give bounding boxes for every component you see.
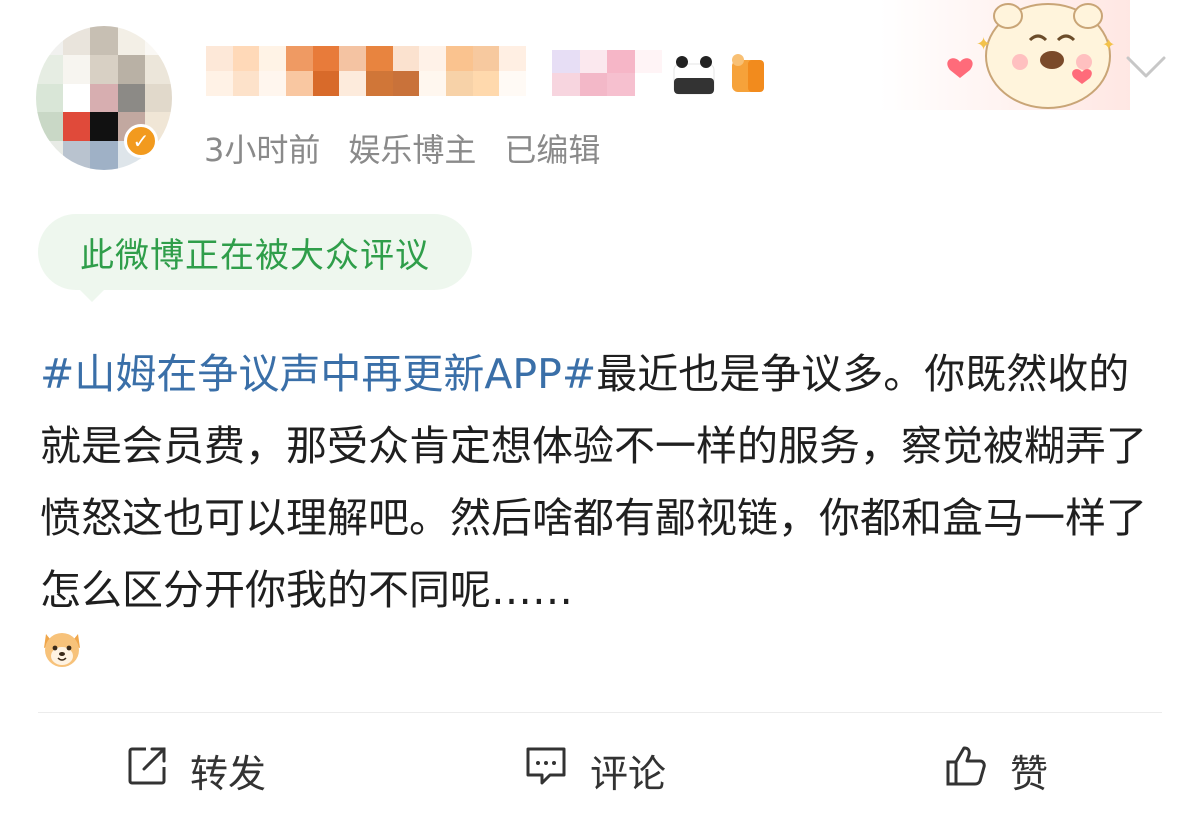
comment-button[interactable]: 评论 (522, 740, 666, 800)
username[interactable] (206, 46, 526, 96)
divider (38, 712, 1162, 713)
chevron-down-icon[interactable] (1122, 46, 1170, 86)
svg-text:✦: ✦ (1102, 35, 1115, 54)
comment-label: 评论 (590, 751, 667, 796)
bear-sticker-decoration: ✦ ✦ (880, 0, 1130, 110)
post-content: #山姆在争议声中再更新APP#最近也是争议多。你既然收的就是会员费，那受众肯定想… (40, 338, 1160, 626)
verified-badge-icon: ✓ (124, 124, 158, 158)
edited-label: 已编辑 (504, 131, 601, 169)
repost-label: 转发 (190, 751, 267, 796)
panda-icon (672, 50, 716, 96)
post-meta: 3小时前 娱乐博主 已编辑 (204, 126, 600, 170)
fire-badge-icon (726, 50, 770, 96)
dog-emoji-icon (40, 626, 84, 670)
thumbs-up-icon (942, 742, 990, 799)
topic-link[interactable]: #山姆在争议声中再更新APP# (40, 350, 596, 398)
public-review-tip-text: 此微博正在被大众评议 (80, 235, 430, 276)
comment-icon (522, 743, 570, 798)
svg-text:✦: ✦ (976, 34, 991, 55)
public-review-tip[interactable]: 此微博正在被大众评议 (38, 214, 472, 290)
user-badges (552, 50, 770, 96)
like-button[interactable]: 赞 (942, 740, 1048, 800)
repost-button[interactable]: 转发 (124, 740, 266, 800)
tip-pointer (78, 288, 106, 302)
share-icon (124, 743, 170, 798)
pixelated-badge (552, 50, 662, 96)
like-label: 赞 (1010, 751, 1049, 796)
post-time: 3小时前 (204, 131, 321, 169)
author-role: 娱乐博主 (348, 131, 477, 169)
